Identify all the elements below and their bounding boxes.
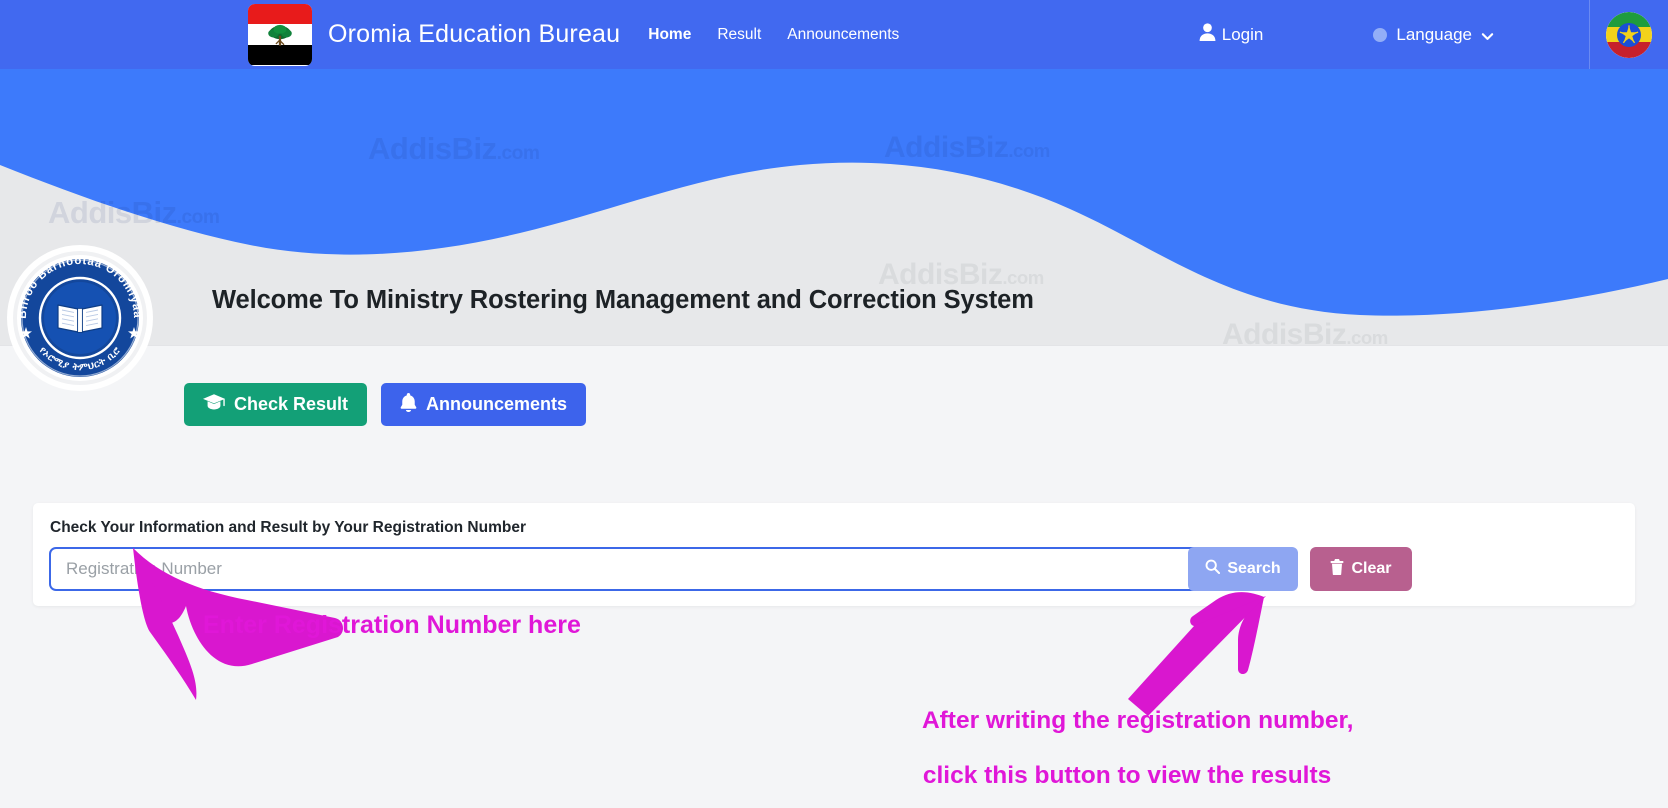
nav-link-home[interactable]: Home (648, 26, 691, 44)
navbar-divider (1589, 0, 1590, 69)
clear-button-label: Clear (1351, 560, 1392, 577)
announcements-button[interactable]: Announcements (381, 383, 587, 426)
trash-icon (1330, 558, 1344, 580)
language-label: Language (1396, 24, 1472, 44)
user-icon (1199, 23, 1216, 46)
brand-title: Oromia Education Bureau (328, 20, 621, 48)
login-label: Login (1221, 24, 1264, 44)
magnifier-icon (1205, 559, 1221, 579)
nav-link-announcements[interactable]: Announcements (787, 26, 899, 44)
top-navbar: Oromia Education Bureau Home Result Anno… (0, 0, 1668, 69)
page-root: AddisBiz.comAddisBiz.comAddisBiz.comAddi… (0, 0, 1668, 808)
search-button[interactable]: Search (1188, 547, 1298, 591)
graduation-cap-icon (203, 393, 225, 416)
registration-search-card: Check Your Information and Result by You… (33, 503, 1635, 606)
clear-button[interactable]: Clear (1310, 547, 1412, 591)
search-button-label: Search (1227, 560, 1281, 577)
announcements-button-label: Announcements (426, 394, 568, 414)
navbar-links: Home Result Announcements (648, 26, 899, 44)
oromia-flag-icon (248, 3, 312, 66)
navbar-brand[interactable]: Oromia Education Bureau (248, 3, 621, 66)
ethiopia-flag-avatar-icon[interactable] (1606, 11, 1652, 58)
language-selector[interactable]: Language (1373, 25, 1494, 45)
cta-button-row: Check Result Announcements (184, 383, 587, 426)
oromia-education-bureau-seal-icon: Biiroo Barnootaa Oromiyaa የኦሮሚያ ትምህርት ቢሮ (6, 244, 154, 392)
bell-icon (400, 392, 417, 417)
nav-link-result[interactable]: Result (717, 26, 761, 44)
chevron-down-icon (1481, 28, 1494, 41)
check-result-button-label: Check Result (234, 394, 349, 414)
search-card-label: Check Your Information and Result by You… (50, 519, 526, 536)
check-result-button[interactable]: Check Result (184, 383, 368, 426)
navbar-right: Login Language (1199, 0, 1668, 69)
registration-number-input[interactable] (49, 547, 1204, 591)
page-title: Welcome To Ministry Rostering Management… (212, 286, 1034, 314)
login-button[interactable]: Login (1199, 23, 1264, 46)
globe-icon (1373, 27, 1388, 42)
